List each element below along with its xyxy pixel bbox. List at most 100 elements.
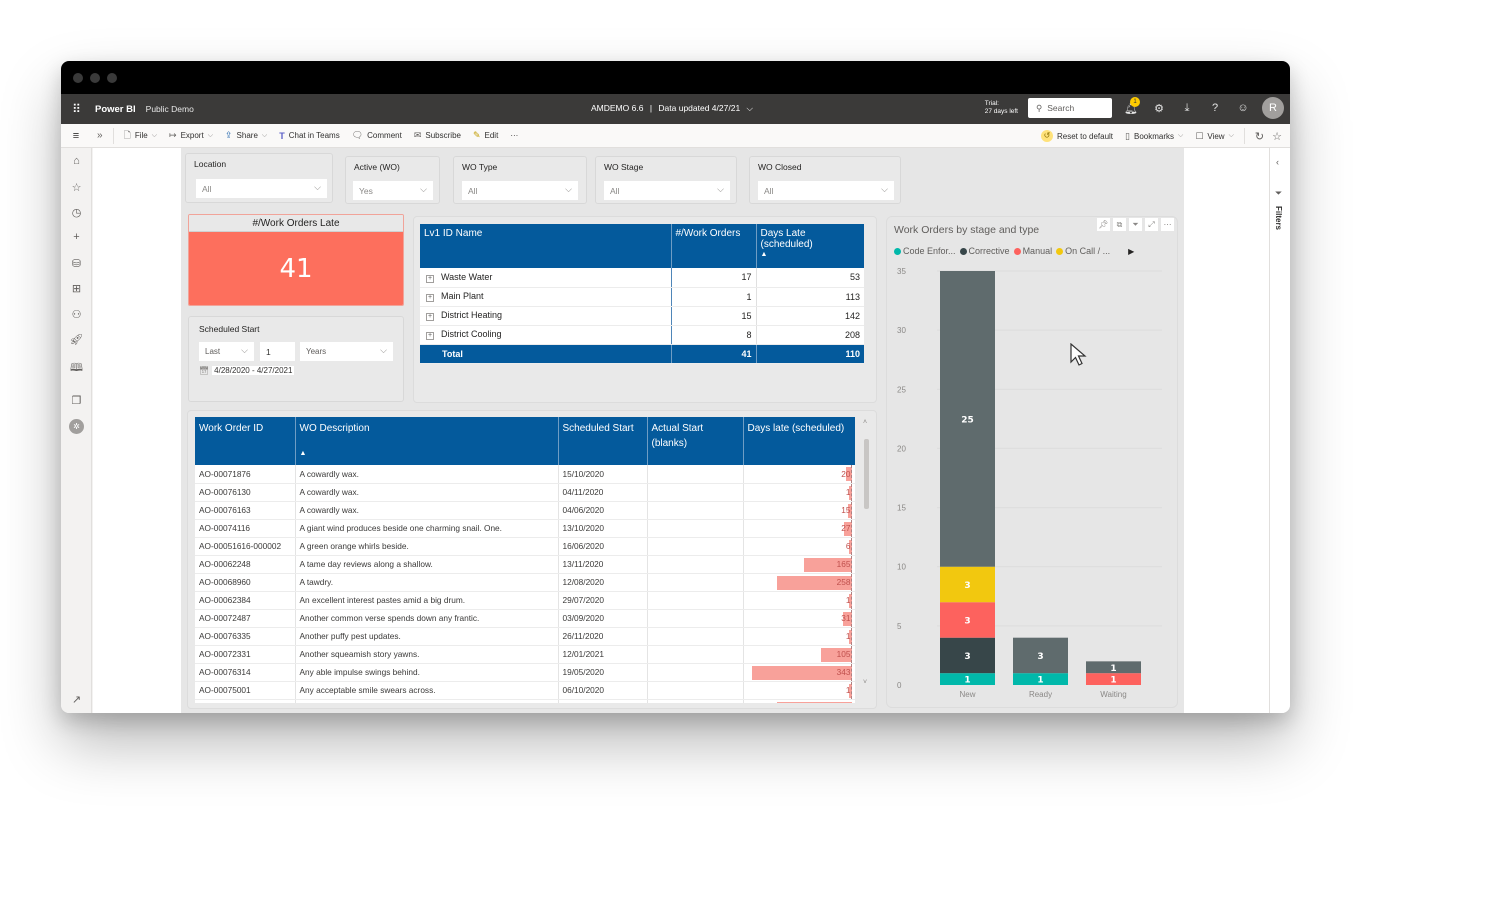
datasets-icon[interactable]: ⛁ (61, 257, 92, 270)
workspaces-icon[interactable]: ❐ (61, 394, 92, 407)
edit-button[interactable]: ✎ Edit (467, 130, 504, 141)
scrollbar-thumb[interactable] (864, 439, 869, 509)
collapse-chevron-left-icon[interactable]: ‹ (1276, 157, 1279, 167)
download-icon[interactable]: ⤓ (1178, 102, 1196, 115)
feedback-smiley-icon[interactable]: ☺ (1234, 102, 1252, 114)
matrix-row[interactable]: + Main Plant 1 113 (420, 287, 864, 307)
period-unit-dropdown[interactable]: Years ⌵ (300, 342, 393, 361)
col-header-scheduled-start[interactable]: Scheduled Start (558, 417, 648, 465)
table-row[interactable]: AO-00075001 Any acceptable smile swears a… (195, 681, 855, 700)
expand-nav-icon[interactable]: » (91, 130, 109, 141)
table-row[interactable]: AO-00076130 A cowardly wax. 04/11/2020 1 (195, 483, 855, 502)
table-row[interactable]: AO-00076163 A cowardly wax. 04/06/2020 15 (195, 501, 855, 520)
matrix-row[interactable]: + Waste Water 17 53 (420, 268, 864, 288)
wo-stage-dropdown[interactable]: All ⌵ (604, 181, 730, 200)
export-menu[interactable]: ↦ Export ⌵ (163, 130, 219, 141)
table-row[interactable]: AO-00072331 Another squeamish story yawns… (195, 645, 855, 664)
hamburger-menu-icon[interactable]: ≡ (61, 130, 91, 142)
relative-period-dropdown[interactable]: Last ⌵ (199, 342, 254, 361)
window-minimize-dot[interactable] (90, 73, 100, 83)
more-options-button[interactable]: ··· (504, 131, 524, 140)
matrix-header-work-orders[interactable]: #/Work Orders (671, 224, 757, 268)
brand-name[interactable]: Power BI (95, 104, 136, 115)
open-external-arrow-icon[interactable]: ↗ (61, 693, 92, 706)
legend-item[interactable]: On Call / ... (1056, 246, 1110, 256)
chat-in-teams-button[interactable]: T Chat in Teams (273, 131, 346, 141)
table-row[interactable]: AO-00062384 An excellent interest pastes … (195, 591, 855, 610)
reset-to-default-button[interactable]: ↺ Reset to default (1035, 130, 1119, 142)
table-vertical-scrollbar[interactable]: ˄ ˅ (862, 417, 872, 689)
create-plus-icon[interactable]: + (61, 231, 92, 243)
shared-with-me-icon[interactable]: ⚇ (61, 308, 92, 321)
col-header-actual-start[interactable]: Actual Start (blanks) (647, 417, 744, 465)
help-icon[interactable]: ? (1206, 102, 1224, 114)
search-input[interactable]: ⚲ Search (1028, 98, 1112, 118)
y-tick-label: 20 (897, 444, 906, 453)
copy-visual-icon[interactable]: ⧉ (1113, 218, 1126, 231)
report-title[interactable]: AMDEMO 6.6 | Data updated 4/27/21 ⌵ (591, 103, 753, 114)
legend-item[interactable]: Corrective (959, 246, 1010, 256)
favorite-star-icon[interactable]: ☆ (1270, 130, 1284, 143)
legend-next-arrow-icon[interactable]: ▶ (1128, 247, 1134, 256)
period-count-input[interactable]: 1 (260, 342, 295, 361)
scroll-up-icon[interactable]: ˄ (863, 419, 867, 426)
pin-icon[interactable]: 📌︎ (1097, 218, 1110, 231)
window-close-dot[interactable] (73, 73, 83, 83)
share-menu[interactable]: ⇪ Share ⌵ (219, 130, 273, 141)
apps-icon[interactable]: ⊞ (61, 282, 92, 295)
wo-closed-dropdown[interactable]: All ⌵ (758, 181, 894, 200)
location-dropdown[interactable]: All ⌵ (196, 179, 327, 198)
window-maximize-dot[interactable] (107, 73, 117, 83)
table-row[interactable]: AO-00076314 Any able impulse swings behin… (195, 663, 855, 682)
deployment-rocket-icon[interactable]: 🚀︎ (61, 333, 92, 346)
expand-plus-icon[interactable]: + (426, 332, 434, 340)
active-wo-dropdown[interactable]: Yes ⌵ (353, 181, 433, 200)
view-menu[interactable]: ☐ View ⌵ (1189, 131, 1240, 142)
matrix-header-days-late[interactable]: Days Late (scheduled) ▲ (756, 224, 864, 268)
matrix-row[interactable]: + District Cooling 8 208 (420, 325, 864, 345)
matrix-header-name[interactable]: Lv1 ID Name (420, 224, 672, 268)
scroll-down-icon[interactable]: ˅ (863, 679, 867, 686)
refresh-icon[interactable]: ↻ (1249, 130, 1270, 143)
settings-gear-icon[interactable]: ⚙ (1150, 102, 1168, 115)
filters-pane[interactable]: ‹ ⏷ Filters (1269, 148, 1290, 713)
recent-clock-icon[interactable]: ◷ (61, 206, 92, 219)
table-row[interactable]: AO-00071876 A cowardly wax. 15/10/2020 20 (195, 465, 855, 484)
workspace-name[interactable]: Public Demo (146, 104, 194, 114)
avatar[interactable]: R (1262, 97, 1284, 119)
col-header-work-order-id[interactable]: Work Order ID (195, 417, 296, 465)
expand-plus-icon[interactable]: + (426, 274, 434, 283)
learn-book-icon[interactable]: 🕮 (61, 359, 92, 378)
wo-type-dropdown[interactable]: All ⌵ (462, 181, 578, 200)
table-row[interactable]: AO-00062248 A tame day reviews along a sh… (195, 555, 855, 574)
work-orders-late-card[interactable]: #/Work Orders Late 41 (188, 214, 404, 306)
expand-plus-icon[interactable]: + (426, 294, 434, 302)
home-icon[interactable]: ⌂ (61, 155, 92, 167)
matrix-row[interactable]: + District Heating 15 142 (420, 306, 864, 326)
favorites-star-icon[interactable]: ☆ (61, 181, 92, 194)
bookmarks-menu[interactable]: ▯ Bookmarks ⌵ (1119, 131, 1189, 142)
comment-button[interactable]: 🗨︎ Comment (346, 130, 408, 141)
chevron-down-icon: ⌵ (746, 103, 753, 113)
table-row-partial[interactable] (195, 699, 855, 703)
table-row[interactable]: AO-00076335 Another puffy pest updates. 26… (195, 627, 855, 646)
col-header-wo-description[interactable]: WO Description ▲ (295, 417, 559, 465)
filter-funnel-icon[interactable]: ⏷ (1129, 218, 1142, 231)
legend-dot (894, 248, 901, 256)
table-row[interactable]: AO-00072487 Another common verse spends d… (195, 609, 855, 628)
current-workspace-icon[interactable]: ✲ (61, 419, 92, 434)
col-header-days-late[interactable]: Days late (scheduled) (743, 417, 855, 465)
more-options-icon[interactable]: ⋯ (1161, 218, 1174, 231)
table-row[interactable]: AO-00068960 A tawdry. 12/08/2020 258 (195, 573, 855, 592)
app-launcher-icon[interactable]: ⠿ (61, 102, 91, 116)
file-menu[interactable]: 🗋 File ⌵ (118, 128, 163, 144)
subscribe-button[interactable]: ✉ Subscribe (408, 130, 467, 141)
table-row[interactable]: AO-00051616-000002 A green orange whirls … (195, 537, 855, 556)
notifications-icon[interactable]: 🔔︎ 1 (1122, 96, 1140, 115)
filters-label[interactable]: Filters (1274, 206, 1283, 230)
focus-mode-icon[interactable]: ⤢ (1145, 218, 1158, 231)
legend-item[interactable]: Code Enfor... (894, 246, 956, 256)
legend-item[interactable]: Manual (1013, 246, 1052, 256)
expand-plus-icon[interactable]: + (426, 313, 434, 321)
table-row[interactable]: AO-00074116 A giant wind produces beside … (195, 519, 855, 538)
